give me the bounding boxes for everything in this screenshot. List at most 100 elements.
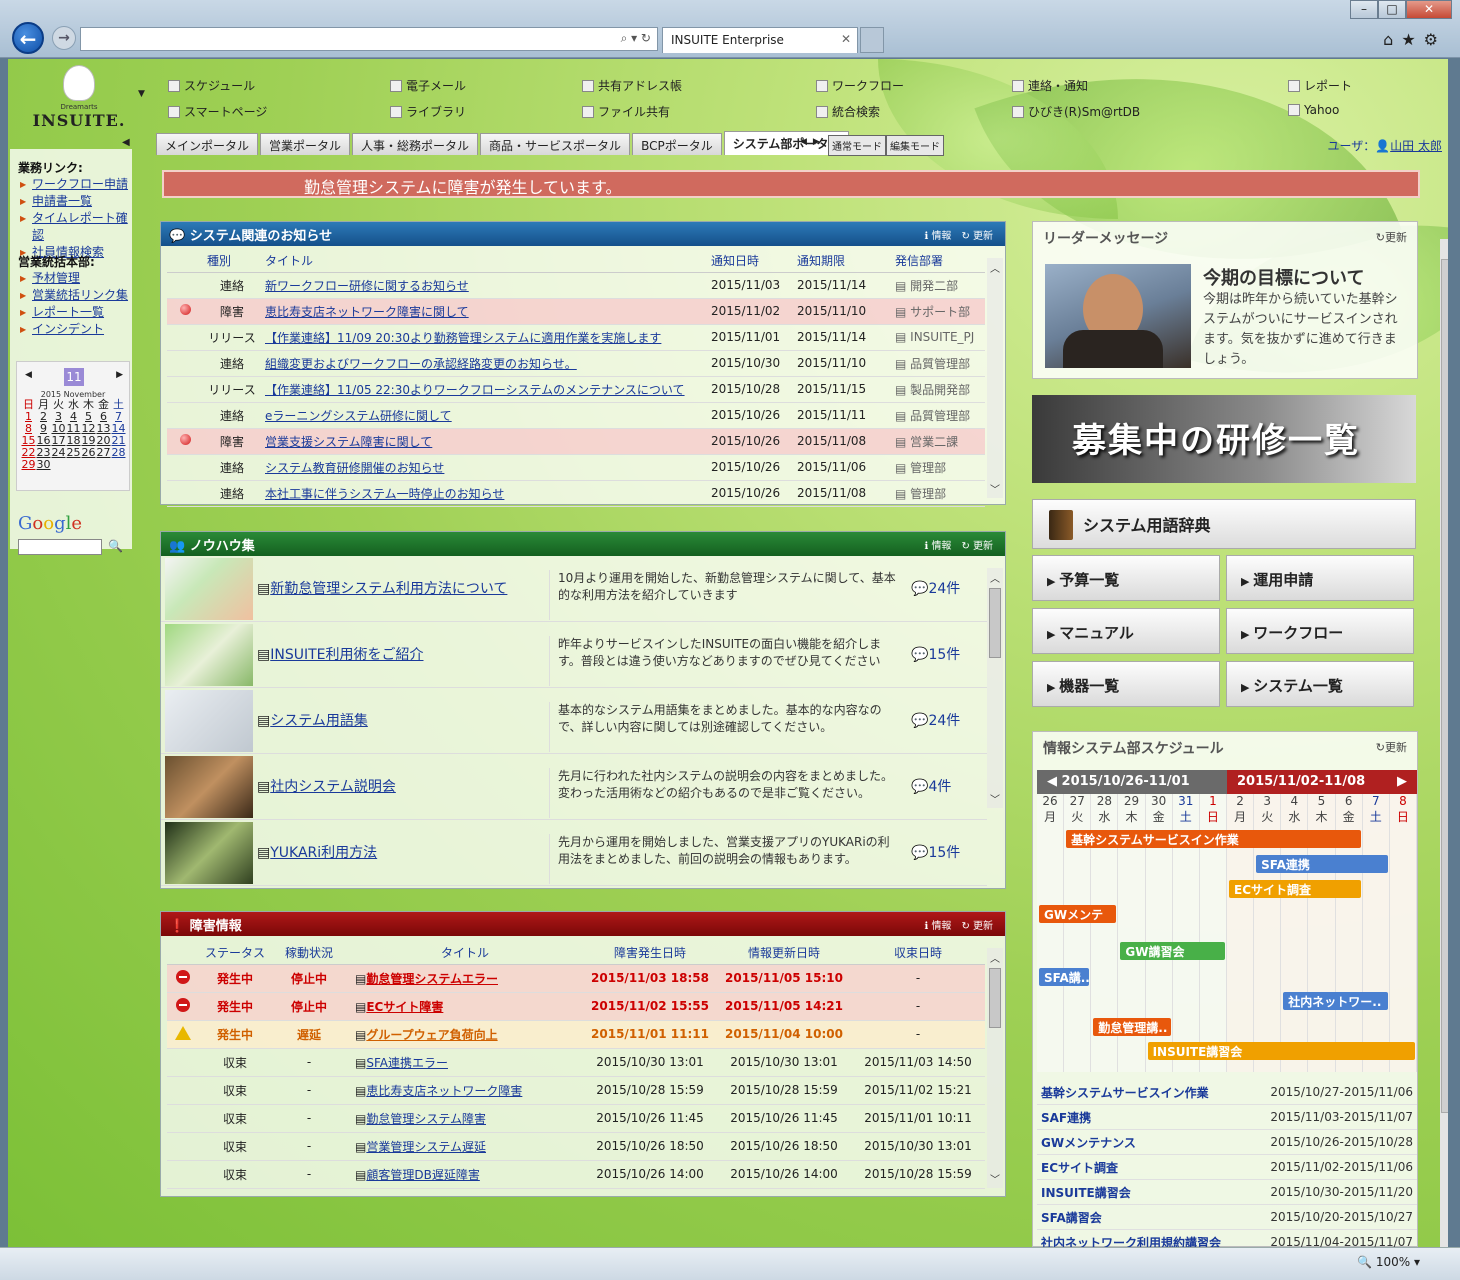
- col-type[interactable]: 種別: [203, 250, 261, 273]
- tab-scroll-arrows[interactable]: ◀▶: [800, 137, 826, 147]
- sidebar-link-timereport[interactable]: タイムレポート確認: [32, 211, 128, 242]
- notice-row[interactable]: 連絡 システム教育研修開催のお知らせ 2015/10/26 2015/11/06 ▤ 管…: [167, 454, 985, 481]
- scroll-down-icon[interactable]: ﹀: [990, 1171, 1000, 1186]
- schedule-item-name[interactable]: GWメンテナンス: [1041, 1134, 1136, 1151]
- quick-link-workflow[interactable]: ワークフロー: [1226, 608, 1414, 654]
- schedule-list-item[interactable]: 社内ネットワーク利用規約講習会 2015/11/04-2015/11/07: [1037, 1230, 1417, 1247]
- close-icon[interactable]: ✕: [1406, 0, 1452, 19]
- calendar-day[interactable]: 26: [81, 447, 96, 459]
- refresh-button[interactable]: ↻ 更新: [961, 921, 993, 932]
- col-occurred[interactable]: 障害発生日時: [583, 942, 717, 965]
- gantt-bar[interactable]: INSUITE講習会: [1147, 1042, 1415, 1060]
- col-updated[interactable]: 情報更新日時: [717, 942, 851, 965]
- scroll-thumb[interactable]: [1441, 259, 1448, 1113]
- trouble-title-link[interactable]: SFA連携エラー: [366, 1056, 448, 1070]
- schedule-list-item[interactable]: 基幹システムサービスイン作業 2015/10/27-2015/11/06: [1037, 1080, 1417, 1105]
- calendar-day[interactable]: 27: [96, 447, 111, 459]
- knowhow-thumbnail[interactable]: [165, 690, 253, 752]
- scroll-up-icon[interactable]: ︿: [990, 950, 1000, 965]
- chevron-down-icon[interactable]: ▼: [138, 89, 145, 99]
- knowhow-item[interactable]: ▤INSUITE利用術をご紹介 昨年よりサービスインしたINSUITEの面白い機能…: [161, 622, 987, 688]
- gantt-bar[interactable]: ECサイト調査: [1229, 880, 1361, 898]
- info-button[interactable]: ℹ 情報: [924, 921, 951, 932]
- trouble-row[interactable]: 収束 - ▤顧客管理DB遅延障害 2015/10/26 14:00 2015/10/26…: [167, 1160, 985, 1189]
- search-icon[interactable]: 🔍: [108, 539, 123, 553]
- refresh-button[interactable]: ↻更新: [1376, 229, 1407, 245]
- gantt-bar[interactable]: GW講習会: [1120, 942, 1225, 960]
- trouble-row[interactable]: 発生中 停止中 ▤勤怠管理システムエラー 2015/11/03 18:58 2015/1…: [167, 964, 985, 993]
- tab-sales-portal[interactable]: 営業ポータル: [260, 133, 351, 155]
- calendar-day[interactable]: 29: [21, 459, 36, 471]
- schedule-item-name[interactable]: ECサイト調査: [1041, 1159, 1118, 1176]
- schedule-item-name[interactable]: 社内ネットワーク利用規約講習会: [1041, 1234, 1221, 1248]
- notice-row[interactable]: リリース 【作業連絡】11/09 20:30より勤務管理システムに適用作業を実施し…: [167, 324, 985, 351]
- col-status[interactable]: ステータス: [199, 942, 271, 965]
- notice-row[interactable]: 連絡 新ワークフロー研修に関するお知らせ 2015/11/03 2015/11/14 ▤…: [167, 272, 985, 299]
- calendar-day[interactable]: 28: [111, 447, 126, 459]
- forward-button[interactable]: →: [52, 26, 76, 50]
- schedule-list-item[interactable]: SAF連携 2015/11/03-2015/11/07: [1037, 1105, 1417, 1130]
- tab-bcp-portal[interactable]: BCPポータル: [632, 133, 722, 155]
- col-dept[interactable]: 発信部署: [895, 250, 985, 273]
- schedule-list-item[interactable]: GWメンテナンス 2015/10/26-2015/10/28: [1037, 1130, 1417, 1155]
- training-recruit-banner[interactable]: 募集中の研修一覧: [1032, 395, 1416, 483]
- sidebar-link-saleslinks[interactable]: 営業統括リンク集: [32, 288, 128, 302]
- system-alert-banner[interactable]: 勤怠管理システムに障害が発生しています。: [162, 170, 1420, 198]
- notice-title-link[interactable]: 組織変更およびワークフローの承認経路変更のお知らせ。: [265, 357, 577, 371]
- menu-report[interactable]: レポート: [1288, 77, 1352, 94]
- normal-mode-button[interactable]: 通常モード: [828, 135, 886, 156]
- schedule-list-item[interactable]: ECサイト調査 2015/11/02-2015/11/06: [1037, 1155, 1417, 1180]
- scroll-up-icon[interactable]: ︿: [990, 260, 1000, 275]
- home-icon[interactable]: ⌂: [1383, 30, 1401, 49]
- trouble-title-link[interactable]: 勤怠管理システム障害: [366, 1112, 486, 1126]
- user-name-link[interactable]: 山田 太郎: [1390, 139, 1442, 153]
- knowhow-count[interactable]: 💬24件: [911, 578, 960, 598]
- notice-row[interactable]: 障害 営業支援システム障害に関して 2015/10/26 2015/11/08 ▤ 営業…: [167, 428, 985, 455]
- tab-main-portal[interactable]: メインポータル: [156, 133, 259, 155]
- sidebar-link-workflow[interactable]: ワークフロー申請: [32, 177, 128, 191]
- gantt-day-column[interactable]: 8日: [1389, 794, 1417, 1072]
- quick-link-operation[interactable]: 運用申請: [1226, 555, 1414, 601]
- knowhow-count[interactable]: 💬4件: [911, 776, 951, 796]
- menu-search[interactable]: 統合検索: [816, 103, 880, 120]
- notice-title-link[interactable]: eラーニングシステム研修に関して: [265, 409, 452, 423]
- scroll-up-icon[interactable]: ︿: [990, 570, 1000, 585]
- schedule-item-name[interactable]: 基幹システムサービスイン作業: [1041, 1084, 1209, 1101]
- maximize-icon[interactable]: □: [1378, 0, 1406, 19]
- notice-row[interactable]: 連絡 本社工事に伴うシステム一時停止のお知らせ 2015/10/26 2015/11/…: [167, 480, 985, 507]
- trouble-row[interactable]: 収束 - ▤勤怠管理システム障害 2015/10/26 11:45 2015/10/26…: [167, 1104, 985, 1133]
- trouble-title-link[interactable]: 営業管理システム遅延: [366, 1140, 486, 1154]
- search-icon[interactable]: ⌕ ▾ ↻: [621, 31, 651, 46]
- insuite-logo[interactable]: Dreamarts INSUITE.: [18, 65, 140, 131]
- collapse-sidebar-icon[interactable]: ◀: [122, 137, 130, 148]
- refresh-button[interactable]: ↻ 更新: [961, 231, 993, 242]
- knowhow-title-link[interactable]: YUKARi利用方法: [270, 845, 377, 861]
- quick-link-systems[interactable]: システム一覧: [1226, 661, 1414, 707]
- refresh-button[interactable]: ↻更新: [1376, 739, 1407, 755]
- trouble-title-link[interactable]: 勤怠管理システムエラー: [366, 972, 498, 986]
- gantt-bar[interactable]: GWメンテ: [1039, 905, 1117, 923]
- trouble-row[interactable]: 収束 - ▤営業管理システム遅延 2015/10/26 18:50 2015/10/26…: [167, 1132, 985, 1161]
- menu-smartpage[interactable]: スマートページ: [168, 103, 267, 120]
- knowhow-title-link[interactable]: システム用語集: [270, 713, 368, 729]
- knowhow-item[interactable]: ▤システム用語集 基本的なシステム用語集をまとめました。基本的な内容なので、詳しい…: [161, 688, 987, 754]
- trouble-row[interactable]: 収束 - ▤SFA連携エラー 2015/10/30 13:01 2015/10/30 1…: [167, 1048, 985, 1077]
- google-search-input[interactable]: [18, 539, 102, 555]
- refresh-button[interactable]: ↻ 更新: [961, 541, 993, 552]
- knowhow-count[interactable]: 💬15件: [911, 644, 960, 664]
- knowhow-count[interactable]: 💬24件: [911, 710, 960, 730]
- scroll-down-icon[interactable]: ﹀: [990, 791, 1000, 806]
- prev-week-icon[interactable]: ◀: [1047, 774, 1062, 789]
- trouble-title-link[interactable]: 顧客管理DB遅延障害: [366, 1168, 479, 1182]
- trouble-row[interactable]: 収束 - ▤恵比寿支店ネットワーク障害 2015/10/28 15:59 2015/10…: [167, 1076, 985, 1105]
- schedule-item-name[interactable]: SFA講習会: [1041, 1209, 1102, 1226]
- browser-tab[interactable]: INSUITE Enterprise ✕: [662, 27, 858, 53]
- notices-scrollbar[interactable]: ︿ ﹀: [987, 258, 1003, 498]
- sidebar-link-incident[interactable]: インシデント: [32, 322, 104, 336]
- menu-addressbook[interactable]: 共有アドレス帳: [582, 77, 682, 94]
- knowhow-thumbnail[interactable]: [165, 624, 253, 686]
- notice-row[interactable]: リリース 【作業連絡】11/05 22:30よりワークフローシステムのメンテナンス…: [167, 376, 985, 403]
- trouble-scrollbar[interactable]: ︿ ﹀: [987, 948, 1003, 1188]
- notice-row[interactable]: 連絡 eラーニングシステム研修に関して 2015/10/26 2015/11/11 ▤ …: [167, 402, 985, 429]
- next-month-icon[interactable]: ▶: [116, 370, 123, 380]
